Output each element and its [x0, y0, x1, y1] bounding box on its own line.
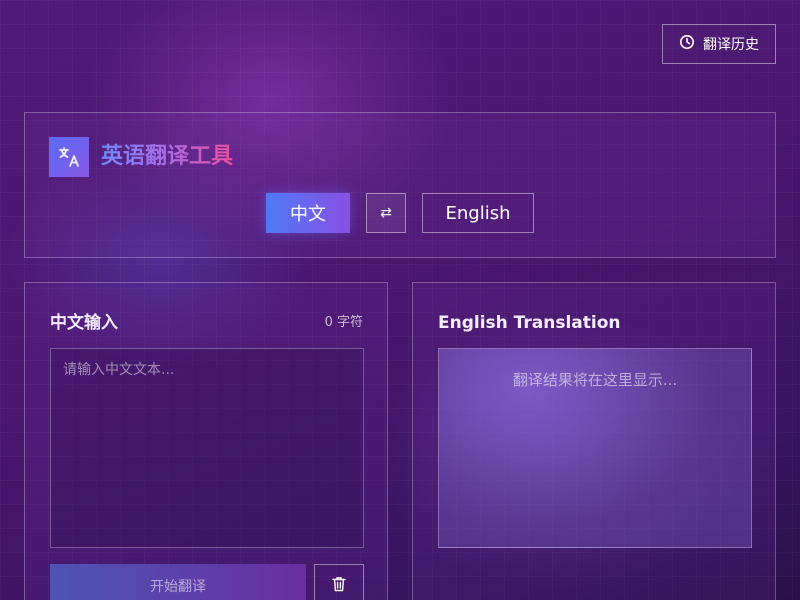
output-panel: English Translation 翻译结果将在这里显示... [412, 282, 776, 600]
app-title: 英语翻译工具 [101, 141, 233, 173]
header-card: 英语翻译工具 中文 ⇄ English [24, 112, 776, 258]
clear-button[interactable] [314, 564, 364, 600]
output-placeholder: 翻译结果将在这里显示... [512, 371, 678, 389]
chinese-input[interactable] [50, 348, 364, 548]
input-panel-title: 中文输入 [50, 313, 118, 333]
trash-icon [332, 576, 346, 596]
input-panel: 中文输入 0 字符 开始翻译 [24, 282, 388, 600]
source-language-button[interactable]: 中文 [266, 193, 350, 233]
history-button[interactable]: 翻译历史 [662, 24, 776, 64]
translation-output: 翻译结果将在这里显示... [438, 348, 752, 548]
target-language-button[interactable]: English [422, 193, 534, 233]
translate-button[interactable]: 开始翻译 [50, 564, 306, 600]
output-panel-title: English Translation [438, 313, 621, 333]
clock-icon [679, 34, 695, 54]
translate-icon [49, 137, 89, 177]
swap-arrows-icon: ⇄ [380, 205, 392, 221]
char-count: 0 字符 [324, 315, 363, 330]
swap-languages-button[interactable]: ⇄ [366, 193, 406, 233]
history-label: 翻译历史 [703, 37, 759, 53]
